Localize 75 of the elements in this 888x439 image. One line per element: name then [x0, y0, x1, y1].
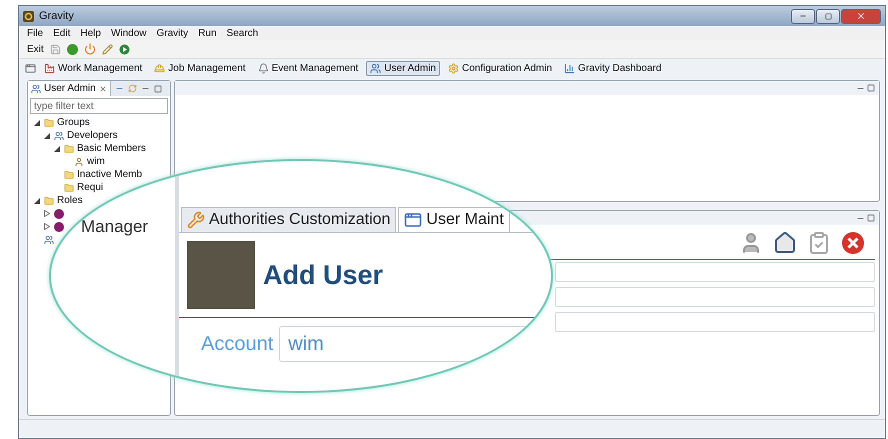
maximize-icon[interactable]	[867, 84, 875, 92]
tree-item[interactable]: Roles	[57, 195, 83, 206]
input-field[interactable]	[555, 262, 875, 282]
factory-icon	[44, 62, 55, 74]
power-icon[interactable]	[84, 43, 96, 55]
people-icon	[44, 234, 54, 244]
expand-toggle-icon[interactable]	[54, 146, 61, 152]
menu-item[interactable]: Run	[198, 28, 217, 38]
tree-item[interactable]: Developers	[67, 130, 118, 141]
menu-item[interactable]: Help	[80, 28, 101, 38]
menu-item[interactable]: Window	[110, 28, 147, 38]
menu-item[interactable]: Edit	[53, 28, 70, 38]
folder-icon	[64, 144, 74, 154]
app-icon	[23, 10, 34, 22]
maximize-button[interactable]	[816, 8, 840, 24]
expand-toggle-icon[interactable]	[44, 210, 51, 217]
tree-item[interactable]: Basic Members	[77, 143, 146, 154]
expand-toggle-icon[interactable]	[34, 120, 41, 126]
tree-item[interactable]: wim	[87, 156, 105, 167]
menu-item[interactable]: Search	[226, 28, 258, 38]
perspective-button[interactable]: Configuration Admin	[444, 60, 556, 76]
clipboard-icon[interactable]	[807, 231, 831, 255]
field-label: Account	[201, 332, 274, 356]
expand-toggle-icon[interactable]	[44, 132, 51, 138]
perspective-button[interactable]: Job Management	[150, 60, 250, 76]
role-label: Manager	[81, 217, 148, 236]
expand-toggle-icon[interactable]	[44, 223, 51, 230]
gear-icon	[448, 62, 459, 74]
expand-toggle-icon[interactable]	[34, 198, 41, 204]
perspective-button[interactable]: Work Management	[40, 60, 146, 76]
tree-item[interactable]: Groups	[57, 117, 90, 128]
input-field[interactable]	[555, 312, 875, 332]
minimize-button[interactable]	[791, 8, 815, 24]
maximize-icon[interactable]	[867, 214, 875, 222]
maximize-icon[interactable]	[154, 84, 162, 92]
tree-item[interactable]: Requi	[77, 182, 104, 193]
folder-icon	[44, 196, 54, 206]
sync-icon[interactable]	[128, 84, 137, 93]
helmet-icon	[154, 62, 166, 74]
folder-icon	[64, 182, 74, 192]
editor-tab[interactable]: User Maint	[398, 207, 510, 232]
close-icon	[856, 11, 866, 21]
folder-icon	[44, 118, 54, 128]
input-field[interactable]	[555, 287, 875, 307]
users-icon	[370, 62, 382, 74]
window-title: Gravity	[39, 10, 74, 22]
people-icon	[54, 130, 64, 140]
wrench-icon	[187, 211, 205, 229]
folder-icon	[64, 170, 74, 180]
chart-icon	[564, 62, 576, 74]
menu-item[interactable]: Gravity	[156, 28, 188, 38]
photo-placeholder	[187, 241, 255, 309]
window-icon	[404, 211, 422, 229]
run-icon[interactable]	[118, 44, 130, 54]
exit-button[interactable]: Exit	[27, 44, 44, 54]
bell-icon	[258, 62, 269, 74]
filter-field[interactable]: type filter text	[30, 98, 168, 114]
save-icon[interactable]	[50, 44, 61, 54]
form-heading: Add User	[263, 260, 384, 290]
perspective-button[interactable]: Gravity Dashboard	[560, 60, 666, 76]
close-button[interactable]	[841, 8, 881, 24]
people-icon	[31, 84, 41, 94]
pencil-icon[interactable]	[102, 44, 113, 54]
close-icon[interactable]	[841, 231, 865, 255]
menu-item[interactable]: File	[27, 28, 44, 38]
tree-item[interactable]: Inactive Memb	[77, 169, 142, 180]
perspective-button[interactable]: User Admin	[366, 60, 440, 76]
house-icon[interactable]	[773, 231, 797, 255]
editor-tab[interactable]: Authorities Customization	[181, 207, 396, 232]
person-icon	[74, 156, 84, 166]
open-perspective-icon[interactable]	[25, 62, 36, 74]
close-icon[interactable]	[98, 84, 107, 92]
view-tab[interactable]: User Admin	[28, 81, 111, 96]
perspective-button[interactable]: Event Management	[254, 60, 362, 76]
maximize-icon	[824, 12, 832, 20]
